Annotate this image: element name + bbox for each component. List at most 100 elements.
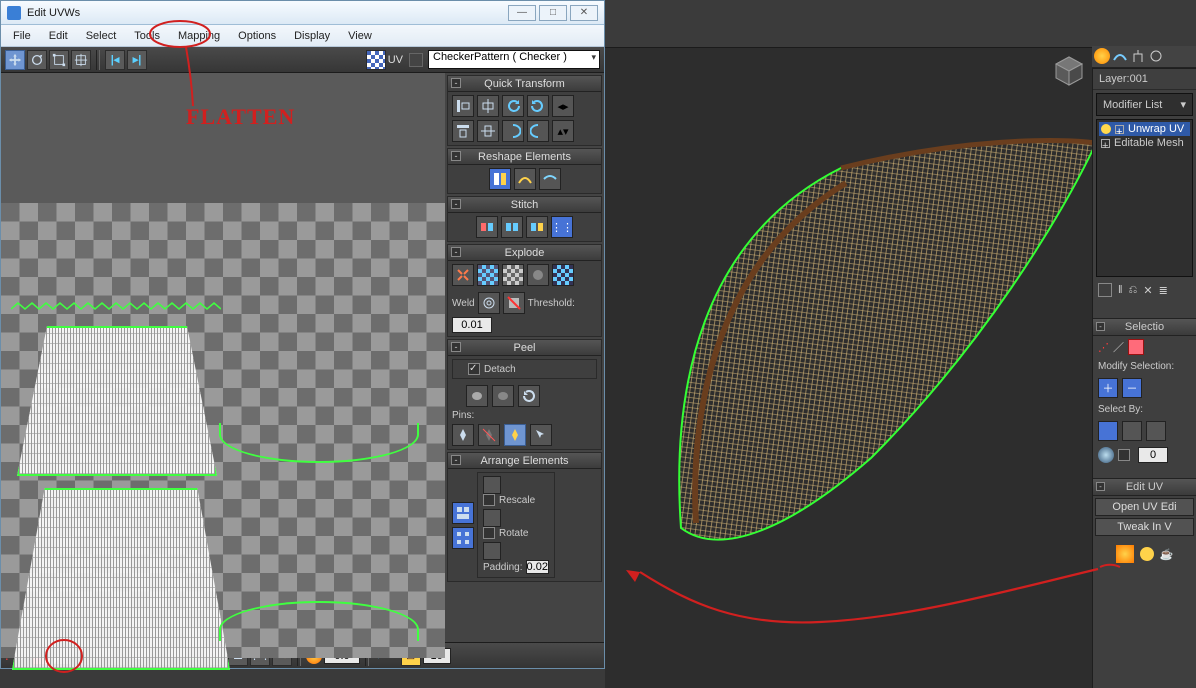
- map-dropdown[interactable]: CheckerPattern ( Checker ): [428, 50, 600, 69]
- maximize-button[interactable]: □: [539, 5, 567, 21]
- stitch-target-icon[interactable]: [526, 216, 548, 238]
- mirror-v-icon[interactable]: [502, 120, 524, 142]
- explode-poly-icon[interactable]: [502, 264, 524, 286]
- flip-h-icon[interactable]: ◂▸: [552, 95, 574, 117]
- edituv-rollout-header[interactable]: -Edit UV: [1093, 478, 1196, 496]
- quick-peel-icon[interactable]: [466, 385, 488, 407]
- minimize-button[interactable]: —: [508, 5, 536, 21]
- explode-smooth-icon[interactable]: [527, 264, 549, 286]
- show-end-result-icon[interactable]: ǁ: [1118, 284, 1123, 296]
- menu-edit[interactable]: Edit: [41, 28, 76, 44]
- explode-matid-icon[interactable]: [552, 264, 574, 286]
- uv-canvas[interactable]: [1, 73, 445, 642]
- mirror-v-icon[interactable]: ▸|: [127, 50, 147, 70]
- rotate-tool-icon[interactable]: [27, 50, 47, 70]
- make-unique-icon[interactable]: ⎌: [1129, 284, 1138, 297]
- remove-mod-icon[interactable]: ✕: [1143, 284, 1152, 297]
- expand-icon[interactable]: +: [1101, 139, 1110, 148]
- expand-icon[interactable]: +: [1115, 125, 1124, 134]
- mirror-h-icon[interactable]: [527, 120, 549, 142]
- hierarchy-tab-icon[interactable]: [1130, 48, 1146, 64]
- collapse-toggle[interactable]: -: [451, 342, 461, 352]
- menu-view[interactable]: View: [340, 28, 380, 44]
- modifier-list-dropdown[interactable]: Modifier List▾: [1096, 93, 1193, 116]
- selection-rollout-header[interactable]: -Selectio: [1093, 318, 1196, 336]
- straighten-icon[interactable]: [489, 168, 511, 190]
- peel-icon[interactable]: [492, 385, 514, 407]
- matid-icon[interactable]: [1122, 421, 1142, 441]
- sg-icon[interactable]: [1146, 421, 1166, 441]
- bulb2-icon[interactable]: [1140, 547, 1154, 561]
- linear-align-icon[interactable]: [539, 168, 561, 190]
- pin-select-icon[interactable]: [530, 424, 552, 446]
- configure-icon[interactable]: ≣: [1159, 284, 1168, 297]
- modifier-stack[interactable]: +Unwrap UV +Editable Mesh: [1096, 119, 1193, 277]
- menu-display[interactable]: Display: [286, 28, 338, 44]
- stitch-source-icon[interactable]: [476, 216, 498, 238]
- pack-tight-icon[interactable]: [452, 502, 474, 524]
- teapot-icon[interactable]: ☕: [1160, 548, 1174, 561]
- align-middle-icon[interactable]: [477, 120, 499, 142]
- planar-threshold-spinner[interactable]: 0: [1138, 447, 1168, 463]
- modify-tab-icon[interactable]: [1112, 48, 1128, 64]
- tweak-in-view-button[interactable]: Tweak In V: [1095, 518, 1194, 536]
- pin-add-icon[interactable]: [452, 424, 474, 446]
- close-button[interactable]: ✕: [570, 5, 598, 21]
- face-mode-icon[interactable]: [1128, 339, 1144, 355]
- layer-row[interactable]: Layer:001: [1093, 69, 1196, 90]
- pin-stack-icon[interactable]: [1098, 283, 1112, 297]
- motion-tab-icon[interactable]: [1148, 48, 1164, 64]
- grow-icon[interactable]: ＋: [1098, 378, 1118, 398]
- sphere-icon[interactable]: [1098, 447, 1114, 463]
- menu-options[interactable]: Options: [230, 28, 284, 44]
- rotate-cw-icon[interactable]: [527, 95, 549, 117]
- menu-file[interactable]: File: [5, 28, 39, 44]
- freeform-tool-icon[interactable]: [71, 50, 91, 70]
- mirror-h-icon[interactable]: |◂: [105, 50, 125, 70]
- explode-face-icon[interactable]: [477, 264, 499, 286]
- rescale-checkbox[interactable]: [483, 494, 495, 506]
- move-tool-icon[interactable]: [5, 50, 25, 70]
- padding-spinner[interactable]: 0.02: [526, 560, 549, 574]
- rotate-ccw-icon[interactable]: [502, 95, 524, 117]
- checker-toggle-icon[interactable]: [366, 50, 386, 70]
- collapse-toggle[interactable]: -: [451, 247, 461, 257]
- stitch-avg-icon[interactable]: [501, 216, 523, 238]
- stack-editable-mesh[interactable]: +Editable Mesh: [1099, 136, 1190, 150]
- weld-target-icon[interactable]: [478, 292, 500, 314]
- threshold-spinner[interactable]: 0.01: [452, 317, 492, 333]
- quickplanar-icon[interactable]: [1116, 545, 1134, 563]
- mesh-object[interactable]: [641, 128, 1101, 578]
- uv-island-1[interactable]: [17, 326, 217, 476]
- pack-loose-icon[interactable]: [452, 527, 474, 549]
- menu-mapping[interactable]: Mapping: [170, 28, 228, 44]
- pin-remove-icon[interactable]: [478, 424, 500, 446]
- align-top-icon[interactable]: [452, 120, 474, 142]
- collapse-toggle[interactable]: -: [451, 199, 461, 209]
- menu-select[interactable]: Select: [78, 28, 125, 44]
- open-uv-editor-button[interactable]: Open UV Edi: [1095, 498, 1194, 516]
- bulb-icon[interactable]: [1101, 124, 1111, 134]
- scale-tool-icon[interactable]: [49, 50, 69, 70]
- uv-channel-check[interactable]: [409, 53, 423, 67]
- shrink-icon[interactable]: －: [1122, 378, 1142, 398]
- stack-unwrap-uvw[interactable]: +Unwrap UV: [1099, 122, 1190, 136]
- rotate-checkbox[interactable]: [483, 527, 495, 539]
- detach-checkbox[interactable]: [468, 363, 480, 375]
- relax-icon[interactable]: [514, 168, 536, 190]
- planar-angle-icon[interactable]: [1098, 421, 1118, 441]
- titlebar[interactable]: Edit UVWs — □ ✕: [1, 1, 604, 25]
- collapse-toggle[interactable]: -: [451, 78, 461, 88]
- edge-mode-icon[interactable]: ／: [1113, 339, 1124, 355]
- menu-tools[interactable]: Tools: [126, 28, 168, 44]
- uv-island-2[interactable]: [12, 488, 230, 670]
- ignore-back-checkbox[interactable]: [1118, 449, 1130, 461]
- align-left-icon[interactable]: [452, 95, 474, 117]
- pin-auto-icon[interactable]: [504, 424, 526, 446]
- create-tab-icon[interactable]: [1094, 48, 1110, 64]
- collapse-toggle[interactable]: -: [451, 455, 461, 465]
- break-icon[interactable]: [452, 264, 474, 286]
- viewcube-icon[interactable]: [1052, 54, 1086, 88]
- vertex-mode-icon[interactable]: ⋰: [1098, 341, 1109, 354]
- reset-peel-icon[interactable]: [518, 385, 540, 407]
